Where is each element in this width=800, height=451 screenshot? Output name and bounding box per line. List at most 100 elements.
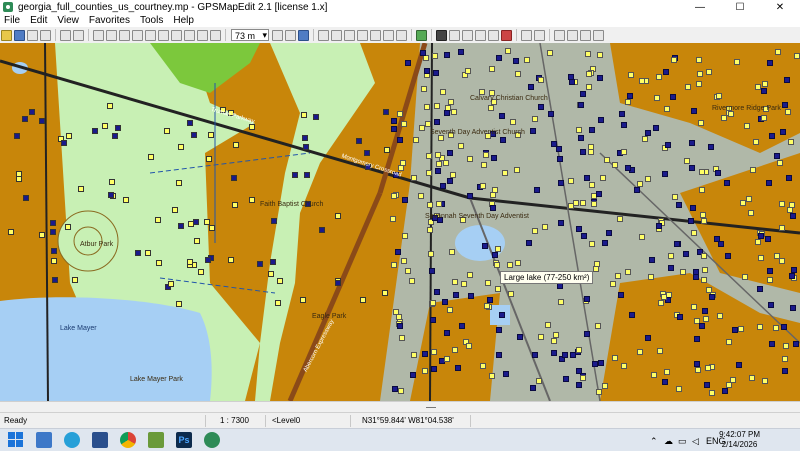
building-marker <box>691 304 697 310</box>
labels-icon[interactable] <box>318 29 329 41</box>
menu-file[interactable]: File <box>0 15 26 26</box>
chrome-icon[interactable] <box>120 432 136 448</box>
building-marker <box>492 252 498 258</box>
menu-tools[interactable]: Tools <box>136 15 169 26</box>
select-tool-icon[interactable] <box>119 29 130 41</box>
building-marker <box>558 220 564 226</box>
map-label-school: Savannah Seventh Day Adventist <box>425 213 529 220</box>
map-layers-icon[interactable] <box>370 29 381 41</box>
building-marker <box>198 269 204 275</box>
view-mode-3-icon[interactable] <box>462 29 473 41</box>
volume-icon[interactable]: ◁ <box>692 436 699 447</box>
telegram-icon[interactable] <box>64 432 80 448</box>
tray-chevron-icon[interactable]: ⌃ <box>650 436 658 447</box>
maximize-button[interactable]: ☐ <box>720 0 760 14</box>
menu-edit[interactable]: Edit <box>26 15 53 26</box>
building-marker <box>553 332 559 338</box>
building-marker <box>432 53 438 59</box>
building-marker <box>66 133 72 139</box>
building-marker <box>503 371 509 377</box>
start-logo-tile <box>16 432 23 439</box>
view-mode-4-icon[interactable] <box>475 29 486 41</box>
map-label-christian-church: Calvary Christian Church <box>470 95 548 102</box>
zoom-out-icon[interactable] <box>285 29 296 41</box>
building-marker <box>649 257 655 263</box>
building-marker <box>434 119 440 125</box>
menu-favorites[interactable]: Favorites <box>85 15 136 26</box>
undo-history-icon[interactable] <box>60 29 71 41</box>
building-marker <box>726 339 732 345</box>
redo-icon[interactable] <box>534 29 545 41</box>
image-viewer-icon[interactable] <box>148 432 164 448</box>
create-polygon-icon[interactable] <box>158 29 169 41</box>
view-mode-6-icon[interactable] <box>501 29 512 41</box>
minimize-button[interactable]: — <box>680 0 720 14</box>
building-marker <box>576 382 582 388</box>
status-separator <box>470 415 471 427</box>
start-button[interactable] <box>8 432 23 447</box>
map-label-lake-mayer-park: Lake Mayer Park <box>130 376 183 383</box>
gps-icon[interactable] <box>416 29 427 41</box>
create-point-icon[interactable] <box>171 29 182 41</box>
zoom-fit-icon[interactable] <box>298 29 309 41</box>
building-marker <box>468 293 474 299</box>
system-clock[interactable]: 9:42:07 PM 2/14/2026 <box>719 430 760 450</box>
toolbar-separator <box>225 29 226 41</box>
measure-icon[interactable] <box>184 29 195 41</box>
building-marker <box>721 115 727 121</box>
raster-icon[interactable] <box>383 29 394 41</box>
menu-view[interactable]: View <box>53 15 85 26</box>
transform-icon[interactable] <box>197 29 208 41</box>
fill-icon[interactable] <box>357 29 368 41</box>
edit-nodes-icon[interactable] <box>132 29 143 41</box>
hand-tool-icon[interactable] <box>93 29 104 41</box>
print-icon[interactable] <box>40 29 51 41</box>
zoom-level-select[interactable]: 73 m <box>231 29 269 41</box>
view-mode-5-icon[interactable] <box>488 29 499 41</box>
paste-icon[interactable] <box>580 29 591 41</box>
building-marker <box>409 278 415 284</box>
cut-icon[interactable] <box>554 29 565 41</box>
splitter-grip-icon[interactable] <box>426 407 436 410</box>
building-marker <box>249 197 255 203</box>
menu-help[interactable]: Help <box>169 15 200 26</box>
pin-icon[interactable] <box>210 29 221 41</box>
save-as-icon[interactable] <box>27 29 38 41</box>
view-mode-1-icon[interactable] <box>436 29 447 41</box>
properties-icon[interactable] <box>73 29 84 41</box>
open-icon[interactable] <box>1 29 12 41</box>
building-marker <box>39 232 45 238</box>
tracks-icon[interactable] <box>396 29 407 41</box>
zoom-tool-icon[interactable] <box>106 29 117 41</box>
create-polyline-icon[interactable] <box>145 29 156 41</box>
building-marker <box>22 116 28 122</box>
photoshop-icon[interactable]: Ps <box>176 432 192 448</box>
building-marker <box>706 69 712 75</box>
building-marker <box>257 261 263 267</box>
undo-icon[interactable] <box>521 29 532 41</box>
view-mode-2-icon[interactable] <box>449 29 460 41</box>
building-marker <box>769 341 775 347</box>
close-button[interactable]: ✕ <box>760 0 800 14</box>
building-marker <box>401 258 407 264</box>
building-marker <box>602 240 608 246</box>
building-marker <box>14 133 20 139</box>
map-canvas[interactable]: Lake Mayer Park Atbur Park Calvary Chris… <box>0 43 800 401</box>
building-marker <box>595 323 601 329</box>
delete-icon[interactable] <box>593 29 604 41</box>
grid-icon[interactable] <box>331 29 342 41</box>
battery-icon[interactable]: ▭ <box>678 436 687 447</box>
zoom-in-icon[interactable] <box>272 29 283 41</box>
copy-icon[interactable] <box>567 29 578 41</box>
file-explorer-icon[interactable] <box>36 432 52 448</box>
gpsmapedit-taskbar-icon[interactable] <box>204 432 220 448</box>
building-marker <box>156 260 162 266</box>
archive-app-icon[interactable] <box>92 432 108 448</box>
nodes-icon[interactable] <box>344 29 355 41</box>
building-marker <box>748 210 754 216</box>
onedrive-icon[interactable]: ☁ <box>664 436 673 447</box>
save-icon[interactable] <box>14 29 25 41</box>
building-marker <box>8 229 14 235</box>
building-marker <box>384 147 390 153</box>
window-controls: — ☐ ✕ <box>680 0 800 14</box>
